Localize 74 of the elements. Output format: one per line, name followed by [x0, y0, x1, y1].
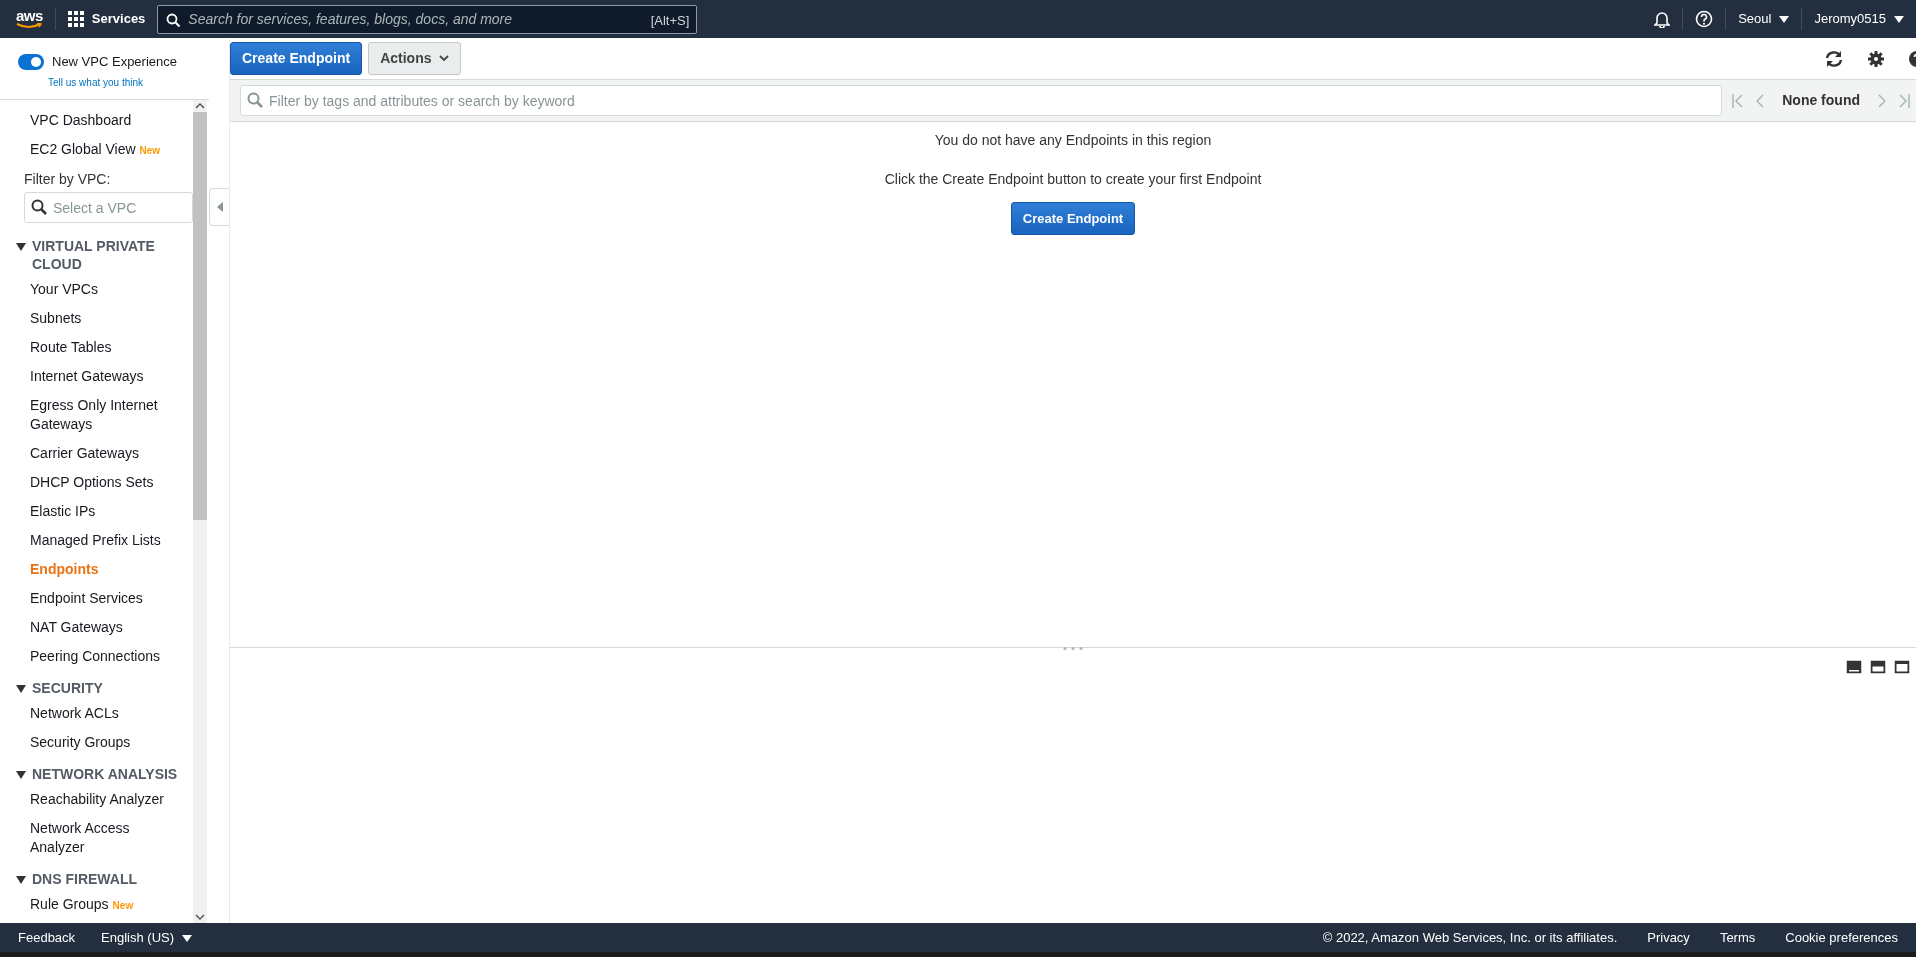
- empty-hint: Click the Create Endpoint button to create your first Endpoint: [883, 170, 1263, 189]
- nav-link[interactable]: Security Groups: [0, 728, 193, 757]
- collapse-caret-icon[interactable]: [16, 685, 26, 693]
- footer-link[interactable]: Cookie preferences: [1785, 927, 1898, 948]
- search-icon: [166, 12, 181, 27]
- services-menu[interactable]: Services: [67, 9, 146, 29]
- section-heading[interactable]: DNS FIREWALL: [32, 870, 137, 888]
- collapse-caret-icon[interactable]: [16, 243, 26, 251]
- feedback-link[interactable]: Feedback: [18, 927, 76, 948]
- search-icon: [31, 199, 47, 215]
- scroll-up-icon: [195, 102, 205, 110]
- scrollbar[interactable]: [193, 100, 207, 923]
- nav-link[interactable]: Network ACLs: [0, 699, 193, 728]
- smile-arrow-icon: [16, 23, 43, 30]
- panel-top-icon[interactable]: [1894, 660, 1910, 674]
- settings-icon[interactable]: [1868, 50, 1884, 67]
- nav-link[interactable]: Elastic IPs: [0, 497, 193, 526]
- vpc-filter-field[interactable]: Select a VPC: [24, 192, 193, 223]
- collapse-caret-icon[interactable]: [16, 771, 26, 779]
- nav-link[interactable]: Your VPCs: [0, 275, 193, 304]
- nav-link[interactable]: Route Tables: [0, 333, 193, 362]
- new-label: New: [112, 900, 134, 911]
- help-icon[interactable]: [1695, 10, 1714, 28]
- filter-field[interactable]: Filter by tags and attributes or search by keyword: [240, 85, 1723, 116]
- empty-message: You do not have any Endpoints in this region: [933, 131, 1213, 150]
- nav-link[interactable]: Peering Connections: [0, 642, 193, 671]
- nav-link[interactable]: NAT Gateways: [0, 613, 193, 642]
- panel-bottom-icon[interactable]: [1846, 660, 1862, 674]
- footer-link[interactable]: Terms: [1719, 927, 1756, 948]
- new-label: New: [139, 145, 161, 156]
- language-menu[interactable]: English (US): [101, 927, 193, 948]
- nav-link[interactable]: EC2 Global View New: [0, 135, 193, 165]
- section-heading[interactable]: NETWORK ANALYSIS: [32, 765, 178, 783]
- filter-label: Filter by VPC:: [23, 170, 112, 189]
- section-heading[interactable]: VIRTUAL PRIVATE CLOUD: [32, 237, 185, 273]
- copyright-text: © 2022, Amazon Web Services, Inc. or its affiliates.: [1322, 928, 1618, 947]
- nav-link[interactable]: Rule Groups New: [0, 890, 193, 920]
- caret-icon: [182, 933, 193, 942]
- grid-icon: [67, 11, 84, 27]
- actions-button[interactable]: Actions: [368, 42, 462, 75]
- nav-link[interactable]: Internet Gateways: [0, 362, 193, 391]
- create-endpoint-button[interactable]: Create Endpoint: [1010, 202, 1136, 235]
- toggle-label: New VPC Experience: [52, 53, 177, 71]
- collapse-caret-icon[interactable]: [16, 876, 26, 884]
- nav-link[interactable]: Endpoint Services: [0, 584, 193, 613]
- caret-icon: [1894, 15, 1904, 23]
- nav-link[interactable]: Reachability Analyzer: [0, 785, 193, 814]
- nav-link[interactable]: VPC Dashboard: [0, 106, 193, 135]
- create-endpoint-button[interactable]: Create Endpoint: [230, 42, 363, 75]
- nav-link[interactable]: Network Access Analyzer: [0, 814, 193, 862]
- panel-split-icon[interactable]: [1870, 660, 1886, 674]
- region-menu[interactable]: Seoul: [1738, 9, 1790, 29]
- caret-icon: [1779, 15, 1790, 23]
- account-menu[interactable]: Jeromy0515: [1814, 9, 1904, 29]
- help-icon[interactable]: [1908, 49, 1916, 68]
- nav-link[interactable]: Carrier Gateways: [0, 439, 193, 468]
- footer-link[interactable]: Privacy: [1647, 927, 1690, 948]
- aws-logo[interactable]: aws: [16, 8, 43, 30]
- pagination-status: None found: [1782, 91, 1860, 110]
- collapse-sidebar-button[interactable]: [209, 188, 229, 226]
- nav-link[interactable]: Subnets: [0, 304, 193, 333]
- resize-handle-icon[interactable]: [1061, 646, 1085, 651]
- section-heading[interactable]: SECURITY: [32, 679, 103, 697]
- nav-link[interactable]: Managed Prefix Lists: [0, 526, 193, 555]
- shortcut-hint: [Alt+S]: [650, 11, 690, 30]
- toggle-switch[interactable]: [18, 53, 44, 70]
- search-icon: [247, 92, 263, 108]
- scroll-down-icon: [195, 913, 205, 921]
- nav-link[interactable]: DHCP Options Sets: [0, 468, 193, 497]
- refresh-icon[interactable]: [1824, 49, 1844, 68]
- nav-link[interactable]: Egress Only Internet Gateways: [0, 391, 193, 439]
- triangle-left-icon: [216, 202, 223, 212]
- feedback-link[interactable]: Tell us what you think: [48, 74, 144, 90]
- chevron-down-icon: [439, 55, 450, 62]
